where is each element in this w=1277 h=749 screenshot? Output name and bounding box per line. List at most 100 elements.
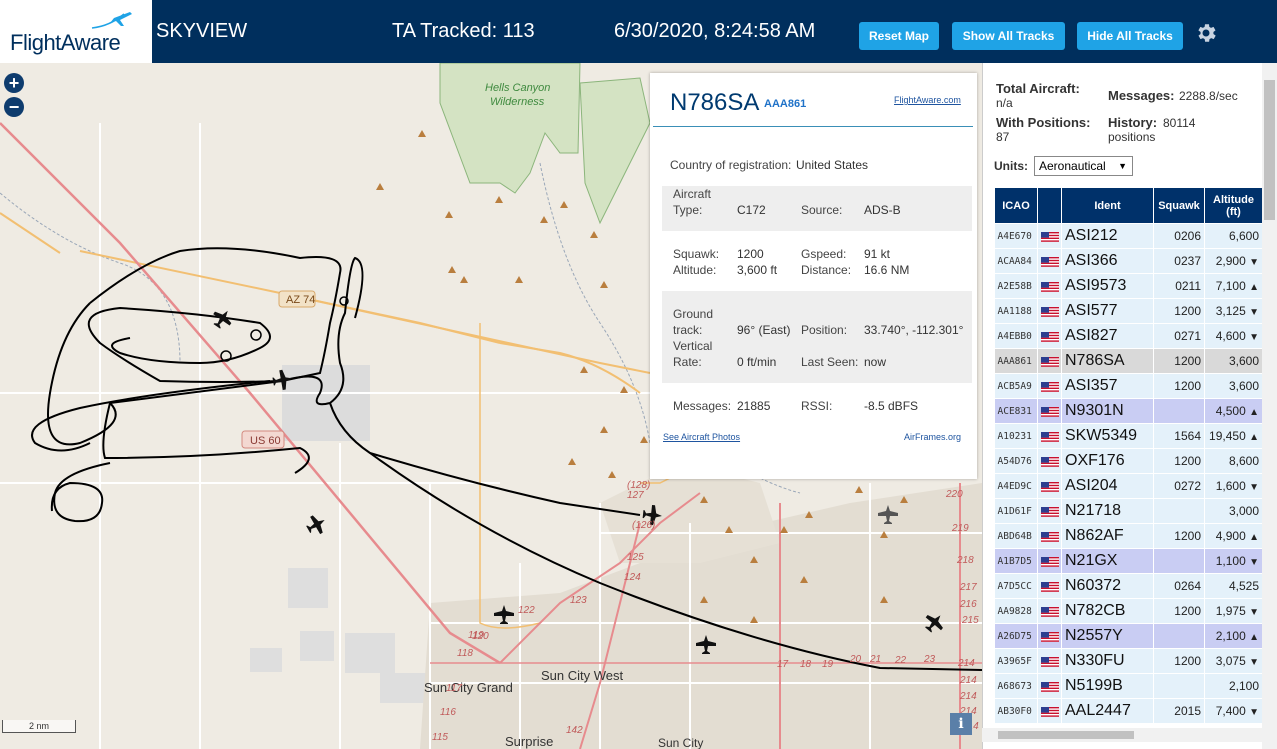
table-row[interactable]: AA1188 ASI577 1200 3,125 ▼: [994, 298, 1263, 324]
table-row[interactable]: AAA861 N786SA 1200 3,600: [994, 348, 1263, 374]
header-bar: FlightAware SKYVIEW TA Tracked: 113 6/30…: [0, 0, 1277, 63]
vertical-rate-label-2: Rate:: [673, 355, 702, 369]
us-flag-icon: [1041, 479, 1059, 493]
us-flag-icon: [1041, 404, 1059, 418]
table-row[interactable]: A1B7D5 N21GX 1,100 ▼: [994, 548, 1263, 574]
row-squawk: [1153, 548, 1205, 574]
scrollbar-thumb[interactable]: [1264, 80, 1275, 220]
table-row[interactable]: ABD64B N862AF 1200 4,900 ▲: [994, 523, 1263, 549]
table-row[interactable]: A2E58B ASI9573 0211 7,100 ▲: [994, 273, 1263, 299]
history-label: History:: [1108, 115, 1158, 130]
hide-all-tracks-button[interactable]: Hide All Tracks: [1077, 22, 1183, 50]
panel-vertical-scrollbar[interactable]: [1262, 63, 1277, 749]
row-altitude: 3,600: [1204, 348, 1263, 374]
row-ident: AAL2447: [1061, 698, 1154, 724]
row-altitude: 4,500 ▲: [1204, 398, 1263, 424]
row-altitude-value: 1,100: [1215, 554, 1246, 568]
row-icao: A68673: [994, 673, 1038, 699]
row-squawk: 1200: [1153, 298, 1205, 324]
col-altitude[interactable]: Altitude (ft): [1204, 187, 1263, 224]
table-row[interactable]: ACAA84 ASI366 0237 2,900 ▼: [994, 248, 1263, 274]
row-squawk: [1153, 673, 1205, 699]
map-label-r214c: 214: [959, 691, 977, 702]
zoom-in-button[interactable]: +: [4, 73, 24, 93]
table-row[interactable]: A10231 SKW5349 1564 19,450 ▲: [994, 423, 1263, 449]
row-icao: ACAA84: [994, 248, 1038, 274]
table-row[interactable]: A4EBB0 ASI827 0271 4,600 ▼: [994, 323, 1263, 349]
current-datetime: 6/30/2020, 8:24:58 AM: [614, 20, 816, 42]
table-row[interactable]: A4E670 ASI212 0206 6,600: [994, 223, 1263, 249]
row-icao: ACE831: [994, 398, 1038, 424]
altitude-label: Altitude:: [673, 263, 717, 277]
row-ident: ASI827: [1061, 323, 1154, 349]
horizontal-scrollbar-thumb[interactable]: [998, 731, 1134, 739]
tracked-count: TA Tracked: 113: [392, 20, 535, 42]
row-ident: ASI357: [1061, 373, 1154, 399]
map-label-r127: 127: [627, 490, 644, 501]
messages-value: 21885: [737, 399, 771, 413]
map-label-r124: 124: [624, 572, 641, 583]
table-row[interactable]: ACE831 N9301N 4,500 ▲: [994, 398, 1263, 424]
row-ident: ASI366: [1061, 248, 1154, 274]
map-label-city4: Sun City: [658, 736, 703, 749]
table-row[interactable]: A1D61F N21718 3,000: [994, 498, 1263, 524]
messages-label: Messages:: [673, 399, 732, 413]
table-row[interactable]: A4ED9C ASI204 0272 1,600 ▼: [994, 473, 1263, 499]
reset-map-button[interactable]: Reset Map: [859, 22, 939, 50]
flightaware-logo[interactable]: FlightAware: [0, 0, 152, 63]
aircraft-table: ICAO Ident Squawk Altitude (ft) A4E670 ASI…: [994, 187, 1263, 724]
table-row[interactable]: A54D76 OXF176 1200 8,600: [994, 448, 1263, 474]
us-flag-icon: [1041, 329, 1059, 343]
table-row[interactable]: AB30F0 AAL2447 2015 7,400 ▼: [994, 698, 1263, 724]
gear-icon[interactable]: [1194, 21, 1218, 45]
popup-divider: [653, 126, 973, 127]
history-value: 80114: [1163, 116, 1196, 130]
row-altitude-trend: ▲: [1249, 432, 1259, 443]
row-squawk: 0237: [1153, 248, 1205, 274]
row-altitude-trend: ▼: [1249, 332, 1259, 343]
row-altitude-value: 7,400: [1215, 704, 1246, 718]
row-altitude-trend: ▲: [1249, 407, 1259, 418]
row-altitude-value: 3,600: [1228, 354, 1259, 368]
row-altitude-value: 6,600: [1228, 229, 1259, 243]
col-flag[interactable]: [1037, 187, 1062, 224]
us-flag-icon: [1041, 529, 1059, 543]
airframes-link[interactable]: AirFrames.org: [904, 432, 961, 442]
map-label-r19: 19: [822, 659, 834, 670]
row-flag: [1037, 423, 1062, 449]
row-altitude: 2,900 ▼: [1204, 248, 1263, 274]
row-ident: N2557Y: [1061, 623, 1154, 649]
table-row[interactable]: A7D5CC N60372 0264 4,525: [994, 573, 1263, 599]
col-icao[interactable]: ICAO: [994, 187, 1038, 224]
row-altitude-value: 4,600: [1215, 329, 1246, 343]
row-squawk: 1200: [1153, 373, 1205, 399]
row-icao: AB30F0: [994, 698, 1038, 724]
table-row[interactable]: A3965F N330FU 1200 3,075 ▼: [994, 648, 1263, 674]
col-ident[interactable]: Ident: [1061, 187, 1154, 224]
zoom-out-button[interactable]: −: [4, 97, 24, 117]
table-row[interactable]: AA9828 N782CB 1200 1,975 ▼: [994, 598, 1263, 624]
row-squawk: 0271: [1153, 323, 1205, 349]
row-flag: [1037, 473, 1062, 499]
row-altitude-value: 8,600: [1228, 454, 1259, 468]
map-label-r219: 219: [951, 523, 969, 534]
table-row[interactable]: A68673 N5199B 2,100: [994, 673, 1263, 699]
panel-horizontal-scrollbar[interactable]: [982, 728, 1262, 742]
map-label-wilderness2: Wilderness: [490, 96, 545, 108]
row-icao: A1D61F: [994, 498, 1038, 524]
flightaware-link[interactable]: FlightAware.com: [894, 95, 961, 105]
table-row[interactable]: A26D75 N2557Y 2,100 ▲: [994, 623, 1263, 649]
row-altitude-value: 3,125: [1215, 304, 1246, 318]
row-flag: [1037, 523, 1062, 549]
units-select[interactable]: Aeronautical ▼: [1034, 156, 1133, 176]
info-icon[interactable]: i: [950, 713, 972, 735]
rssi-label: RSSI:: [801, 399, 833, 413]
ground-track-value: 96° (East): [737, 323, 791, 337]
col-altitude-unit: (ft): [1226, 205, 1241, 218]
show-all-tracks-button[interactable]: Show All Tracks: [952, 22, 1065, 50]
col-squawk[interactable]: Squawk: [1153, 187, 1205, 224]
table-row[interactable]: ACB5A9 ASI357 1200 3,600: [994, 373, 1263, 399]
row-squawk: 1200: [1153, 598, 1205, 624]
row-icao: A4ED9C: [994, 473, 1038, 499]
aircraft-photos-link[interactable]: See Aircraft Photos: [663, 432, 740, 442]
